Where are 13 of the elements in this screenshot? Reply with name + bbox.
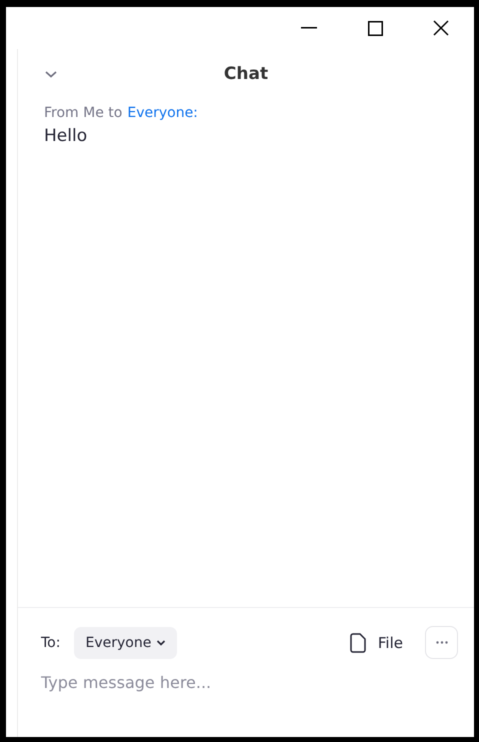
file-icon [350, 632, 366, 652]
to-label: To: [41, 634, 60, 650]
maximize-icon [368, 20, 382, 36]
chat-title: Chat [224, 64, 268, 84]
file-button[interactable]: File [350, 632, 403, 652]
minimize-icon [301, 27, 317, 29]
close-icon [433, 20, 449, 36]
more-icon [436, 641, 448, 644]
chevron-down-icon [156, 638, 166, 646]
message-recipient: Everyone: [127, 105, 198, 121]
message-text: Hello [44, 126, 88, 146]
message-sender: From Me to [44, 105, 122, 121]
recipient-dropdown[interactable]: Everyone [74, 626, 178, 658]
